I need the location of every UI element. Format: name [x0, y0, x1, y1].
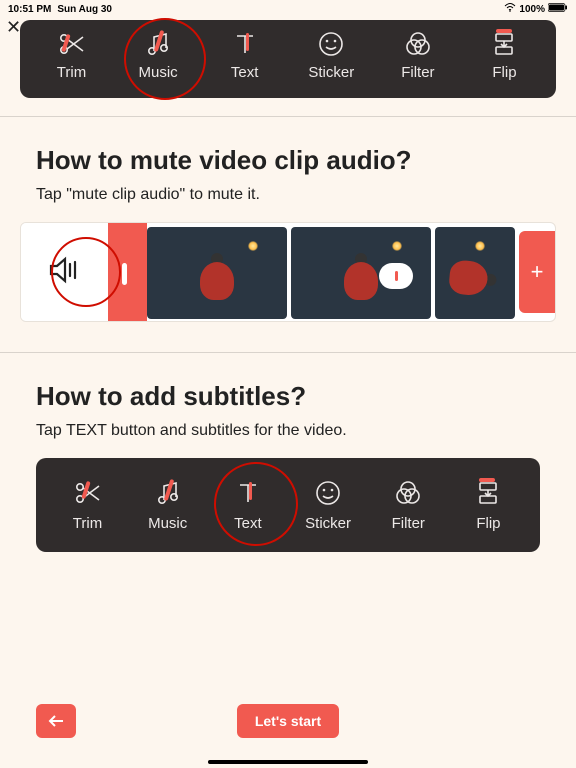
scissors-icon [74, 479, 102, 507]
section-body: Tap TEXT button and subtitles for the vi… [36, 422, 540, 440]
tool-label: Text [231, 64, 259, 81]
home-indicator [208, 760, 368, 764]
tool-text[interactable]: Text [207, 30, 282, 81]
clip-thumbnail[interactable] [291, 227, 431, 319]
section-subtitles: How to add subtitles? Tap TEXT button an… [0, 381, 576, 440]
tool-filter[interactable]: Filter [371, 479, 446, 532]
tool-flip[interactable]: Flip [451, 479, 526, 532]
tool-trim[interactable]: Trim [34, 30, 109, 81]
toolbar-text-example: Trim Music Text Sticker [36, 458, 540, 552]
tool-music[interactable]: Music [121, 30, 196, 81]
toolbar-music-example: Trim Music Text Sticker [20, 20, 556, 98]
text-icon [234, 479, 262, 507]
tool-label: Music [139, 64, 178, 81]
divider [0, 352, 576, 353]
add-clip-button[interactable]: + [519, 231, 555, 313]
smiley-icon [314, 479, 342, 507]
tool-label: Filter [392, 515, 425, 532]
status-bar: 10:51 PM Sun Aug 30 100% [0, 0, 576, 16]
filter-icon [404, 30, 432, 58]
tool-filter[interactable]: Filter [380, 30, 455, 81]
section-title: How to mute video clip audio? [36, 145, 540, 176]
scissors-icon [58, 30, 86, 58]
music-icon [144, 30, 172, 58]
section-title: How to add subtitles? [36, 381, 540, 412]
speaker-mute-icon[interactable] [47, 254, 83, 291]
clip-thumbnail[interactable] [147, 227, 287, 319]
arrow-left-icon [47, 714, 65, 728]
tool-flip[interactable]: Flip [467, 30, 542, 81]
status-date: Sun Aug 30 [57, 4, 112, 15]
flip-icon [490, 30, 518, 58]
section-body: Tap "mute clip audio" to mute it. [36, 186, 540, 204]
tool-label: Sticker [305, 515, 351, 532]
tool-trim[interactable]: Trim [50, 479, 125, 532]
start-button[interactable]: Let's start [237, 704, 339, 738]
wifi-icon [504, 3, 516, 15]
timeline-accent [108, 223, 147, 321]
flip-icon [474, 479, 502, 507]
battery-percent: 100% [519, 4, 545, 15]
filter-icon [394, 479, 422, 507]
clip-thumbnail[interactable] [435, 227, 515, 319]
close-button[interactable]: ✕ [6, 18, 21, 36]
tool-text[interactable]: Text [210, 479, 285, 532]
tool-label: Flip [476, 515, 500, 532]
tool-label: Filter [401, 64, 434, 81]
text-icon [231, 30, 259, 58]
music-icon [154, 479, 182, 507]
tool-sticker[interactable]: Sticker [291, 479, 366, 532]
smiley-icon [317, 30, 345, 58]
section-mute: How to mute video clip audio? Tap "mute … [0, 145, 576, 204]
tool-sticker[interactable]: Sticker [294, 30, 369, 81]
battery-icon [548, 3, 568, 15]
status-time: 10:51 PM [8, 4, 51, 15]
tool-label: Music [148, 515, 187, 532]
tool-label: Flip [492, 64, 516, 81]
bottom-bar: Let's start [0, 702, 576, 740]
tool-label: Trim [57, 64, 86, 81]
timeline-mute-illustration: + [20, 222, 556, 322]
tool-label: Trim [73, 515, 102, 532]
back-button[interactable] [36, 704, 76, 738]
tool-label: Text [234, 515, 262, 532]
tool-label: Sticker [308, 64, 354, 81]
tool-music[interactable]: Music [130, 479, 205, 532]
pause-pill-icon[interactable] [379, 263, 413, 289]
divider [0, 116, 576, 117]
